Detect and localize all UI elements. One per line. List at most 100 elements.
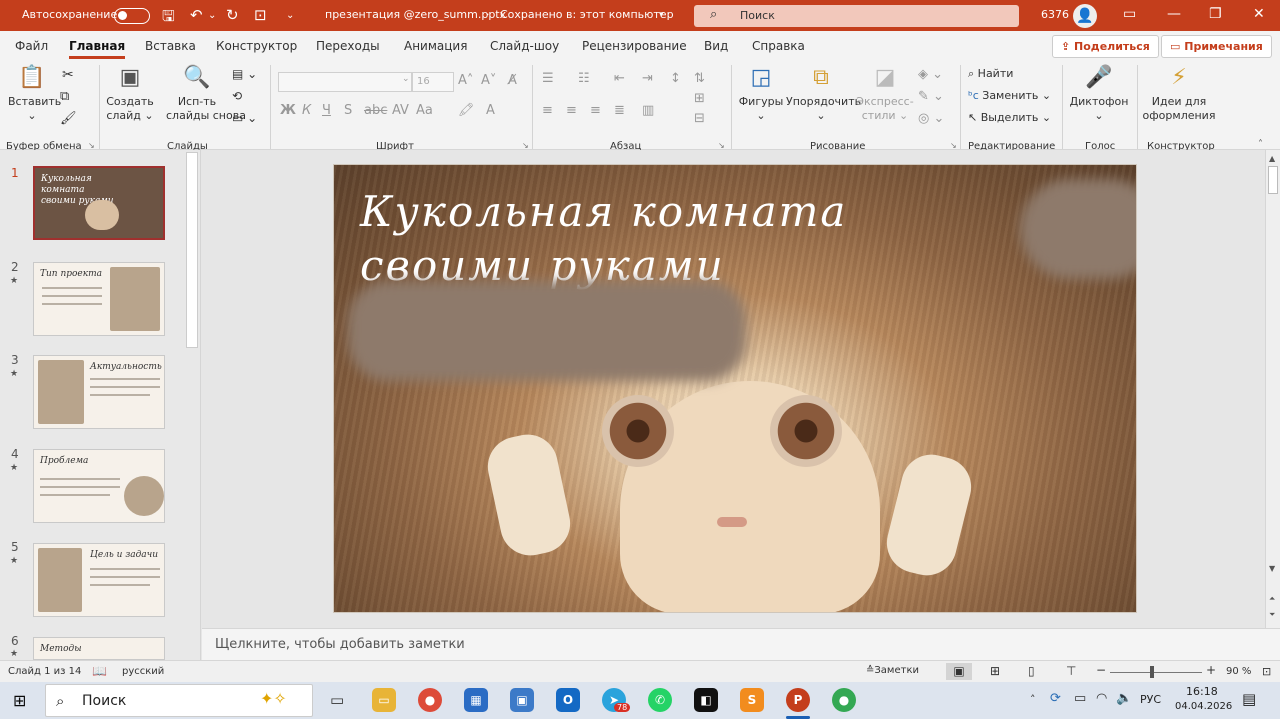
spellcheck-icon[interactable]: 📖 bbox=[92, 664, 107, 678]
fit-slide-icon[interactable]: ⊡ bbox=[1262, 665, 1271, 678]
save-icon[interactable]: 🖫 bbox=[162, 6, 175, 31]
shape-effects-icon[interactable]: ◎ ⌄ bbox=[918, 111, 944, 126]
tab-home[interactable]: Главная bbox=[69, 39, 126, 59]
thumbnail-slide-1[interactable]: Кукольная комната своими руками bbox=[33, 166, 165, 240]
scroll-thumb[interactable] bbox=[1268, 166, 1278, 194]
tab-review[interactable]: Рецензирование bbox=[582, 39, 687, 53]
reuse-slides-button[interactable]: 🔍 Исп-ть слайды снова bbox=[166, 65, 246, 123]
align-left-icon[interactable]: ≡ bbox=[542, 103, 553, 118]
battery-icon[interactable]: ▭ bbox=[1074, 691, 1086, 706]
save-location[interactable]: Сохранено в: этот компьютер bbox=[500, 8, 674, 21]
underline-icon[interactable]: Ч bbox=[322, 103, 331, 118]
format-painter-icon[interactable]: 🖌 bbox=[60, 111, 77, 126]
thumbnail-slide-6[interactable]: Методы bbox=[33, 637, 165, 660]
thumbnail-slide-3[interactable]: Актуальность bbox=[33, 355, 165, 429]
store-icon[interactable]: ▦ bbox=[464, 688, 488, 712]
minimize-icon[interactable]: — bbox=[1167, 6, 1181, 22]
save-location-chevron-icon[interactable]: ▾ bbox=[659, 10, 664, 20]
file-explorer-icon[interactable]: ▭ bbox=[372, 688, 396, 712]
decrease-indent-icon[interactable]: ⇤ bbox=[614, 71, 625, 86]
thumbnail-slide-4[interactable]: Проблема bbox=[33, 449, 165, 523]
select-button[interactable]: ↖ Выделить ⌄ bbox=[968, 111, 1051, 124]
justify-icon[interactable]: ≣ bbox=[614, 103, 625, 118]
font-name-chevron-icon[interactable]: ⌄ bbox=[402, 74, 410, 84]
tab-animations[interactable]: Анимация bbox=[404, 39, 467, 53]
notifications-icon[interactable]: ▤ bbox=[1242, 690, 1256, 708]
drawing-launcher-icon[interactable]: ↘ bbox=[950, 141, 957, 150]
paste-button[interactable]: 📋 Вставить ⌄ bbox=[8, 65, 61, 123]
line-spacing-icon[interactable]: ↕ bbox=[670, 71, 681, 86]
shrink-font-icon[interactable]: A˅ bbox=[481, 73, 496, 88]
smartart-icon[interactable]: ⊟ bbox=[694, 111, 705, 126]
zoom-out-icon[interactable]: − bbox=[1096, 663, 1106, 677]
layout-icon[interactable]: ▤ ⌄ bbox=[232, 67, 257, 81]
shape-fill-icon[interactable]: ◈ ⌄ bbox=[918, 67, 943, 82]
task-view-icon[interactable]: ▭ bbox=[330, 691, 344, 709]
designer-button[interactable]: ⚡ Идеи для оформления bbox=[1142, 65, 1216, 123]
slideshow-view-icon[interactable]: ⊤ bbox=[1066, 664, 1076, 678]
text-direction-icon[interactable]: ⇅ bbox=[694, 71, 705, 86]
find-button[interactable]: ⌕ Найти bbox=[968, 67, 1013, 81]
chrome-icon[interactable]: ● bbox=[418, 688, 442, 712]
quick-styles-button[interactable]: ◪ Экспресс-стили ⌄ bbox=[856, 65, 914, 123]
thumbnail-slide-5[interactable]: Цель и задачи bbox=[33, 543, 165, 617]
notes-toggle-button[interactable]: ≙Заметки bbox=[866, 665, 919, 676]
share-button[interactable]: ⇪ Поделиться bbox=[1052, 35, 1159, 58]
align-right-icon[interactable]: ≡ bbox=[590, 103, 601, 118]
search-box[interactable]: ⌕ Поиск bbox=[694, 5, 1019, 27]
thumbnail-slide-2[interactable]: Тип проекта bbox=[33, 262, 165, 336]
align-center-icon[interactable]: ≡ bbox=[566, 103, 577, 118]
font-size-field[interactable]: 16 bbox=[412, 72, 454, 92]
change-case-icon[interactable]: Aa bbox=[416, 103, 433, 118]
autosave-toggle[interactable] bbox=[114, 8, 150, 24]
cut-icon[interactable]: ✂ bbox=[62, 67, 74, 83]
new-slide-button[interactable]: ▣ Создать слайд ⌄ bbox=[105, 65, 155, 123]
volume-icon[interactable]: 🔈 bbox=[1116, 691, 1132, 706]
next-slide-icon[interactable]: ⏷ bbox=[1269, 610, 1275, 620]
customize-toolbar-icon[interactable]: ⌄ bbox=[286, 10, 294, 21]
slide-title[interactable]: Кукольная комната своими руками bbox=[360, 185, 847, 293]
font-name-field[interactable] bbox=[278, 72, 412, 92]
comments-button[interactable]: ▭ Примечания bbox=[1161, 35, 1272, 58]
replace-button[interactable]: ᵇc Заменить ⌄ bbox=[968, 89, 1051, 102]
avatar[interactable]: 👤 bbox=[1073, 4, 1097, 28]
shape-outline-icon[interactable]: ✎ ⌄ bbox=[918, 89, 944, 104]
thumbnails-scrollbar[interactable] bbox=[186, 152, 198, 348]
section-icon[interactable]: ▭ ⌄ bbox=[232, 111, 257, 125]
grow-font-icon[interactable]: A˄ bbox=[458, 73, 473, 88]
outlook-icon[interactable]: O bbox=[556, 688, 580, 712]
strikethrough-icon[interactable]: abc bbox=[364, 103, 387, 118]
collapse-ribbon-icon[interactable]: ˄ bbox=[1258, 139, 1263, 150]
taskbar-search[interactable]: ⌕ Поиск ✦✧ bbox=[45, 684, 313, 717]
paragraph-launcher-icon[interactable]: ↘ bbox=[718, 141, 725, 150]
tab-slideshow[interactable]: Слайд-шоу bbox=[490, 39, 559, 53]
ribbon-display-icon[interactable]: ▭ bbox=[1123, 6, 1136, 22]
align-text-icon[interactable]: ⊞ bbox=[694, 91, 705, 106]
wifi-icon[interactable]: ◠ bbox=[1096, 691, 1107, 706]
tab-insert[interactable]: Вставка bbox=[145, 39, 196, 53]
clock-date[interactable]: 04.04.2026 bbox=[1175, 701, 1232, 712]
language-indicator[interactable]: русский bbox=[122, 666, 164, 677]
tab-design[interactable]: Конструктор bbox=[216, 39, 297, 53]
slide-canvas[interactable]: Кукольная комната своими руками bbox=[333, 164, 1137, 613]
remote-desktop-icon[interactable]: ▣ bbox=[510, 688, 534, 712]
clear-format-icon[interactable]: A̸ bbox=[508, 73, 517, 88]
increase-indent-icon[interactable]: ⇥ bbox=[642, 71, 653, 86]
bold-icon[interactable]: Ж bbox=[280, 103, 296, 118]
chrome-profile-icon[interactable]: ● bbox=[832, 688, 856, 712]
tab-file[interactable]: Файл bbox=[15, 39, 48, 53]
notion-icon[interactable]: ◧ bbox=[694, 688, 718, 712]
tab-help[interactable]: Справка bbox=[752, 39, 805, 53]
arrange-button[interactable]: ⧉ Упорядочить ⌄ bbox=[786, 65, 861, 123]
whatsapp-icon[interactable]: ✆ bbox=[648, 688, 672, 712]
slide-vertical-scrollbar[interactable]: ▲ ▼ ⏶ ⏷ bbox=[1265, 150, 1280, 628]
undo-dropdown-icon[interactable]: ⌄ bbox=[208, 10, 216, 21]
sorter-view-icon[interactable]: ⊞ bbox=[990, 664, 1000, 678]
previous-slide-icon[interactable]: ⏶ bbox=[1269, 594, 1275, 604]
columns-icon[interactable]: ▥ bbox=[642, 103, 654, 118]
font-launcher-icon[interactable]: ↘ bbox=[522, 141, 529, 150]
zoom-slider-thumb[interactable] bbox=[1150, 666, 1154, 678]
slide-thumbnails-pane[interactable]: 1 Кукольная комната своими руками 2 ★ Ти… bbox=[0, 150, 201, 660]
reading-view-icon[interactable]: ▯ bbox=[1028, 664, 1035, 678]
update-icon[interactable]: ⟳ bbox=[1050, 691, 1061, 706]
